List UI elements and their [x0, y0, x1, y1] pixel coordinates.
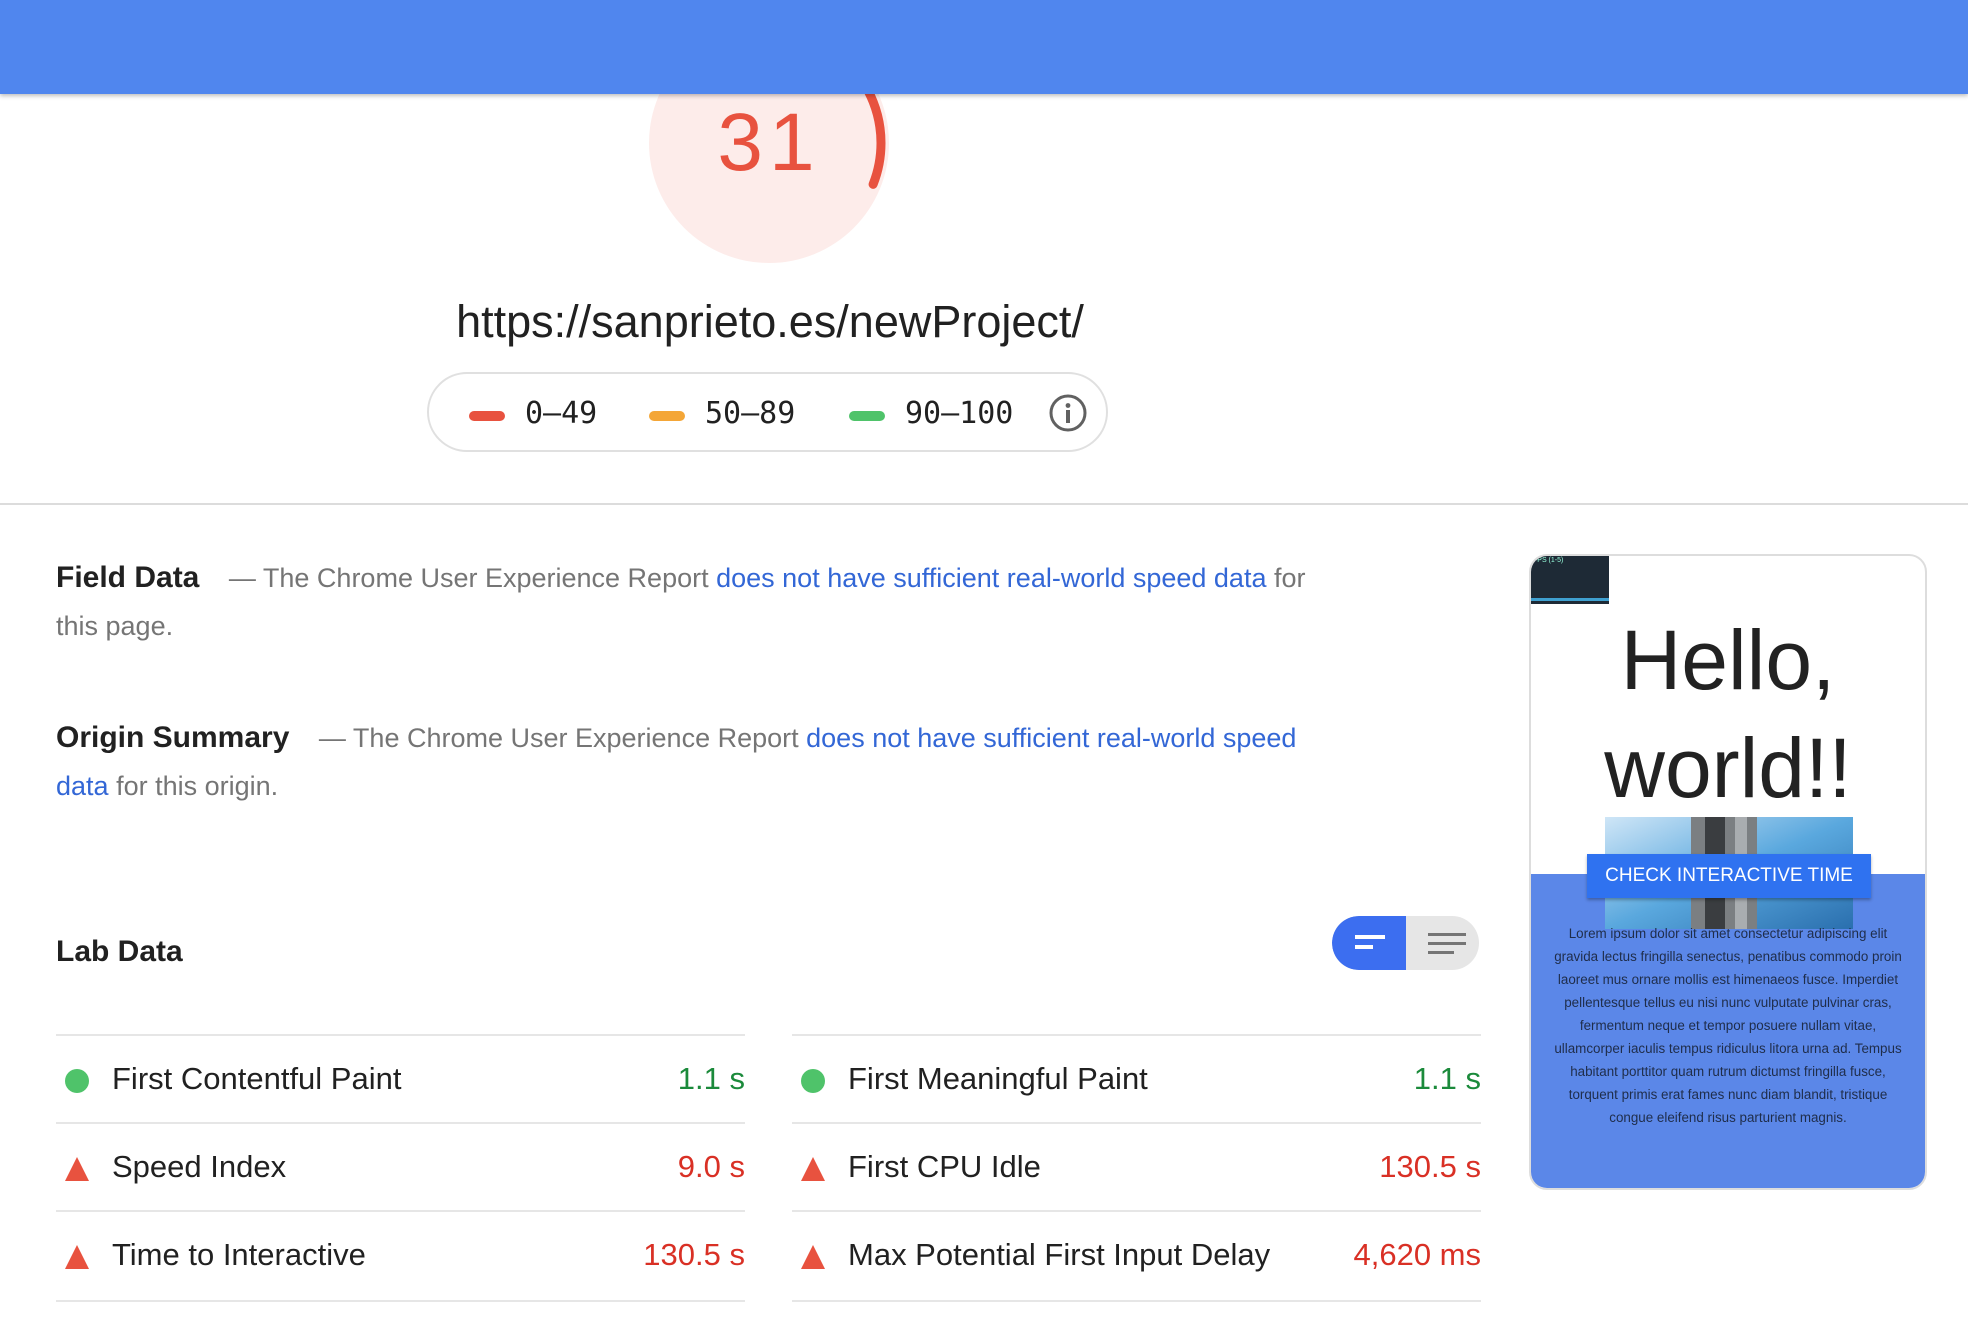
- lab-data-heading: Lab Data: [56, 935, 183, 968]
- metric-name: Speed Index: [112, 1149, 287, 1184]
- field-data-section: Field Data — The Chrome User Experience …: [56, 554, 1346, 650]
- metric-value: 1.1 s: [1413, 1061, 1481, 1096]
- metric-row: Speed Index 9.0 s: [56, 1122, 745, 1210]
- metric-name: Time to Interactive: [112, 1237, 366, 1272]
- info-icon[interactable]: [1048, 393, 1088, 433]
- fps-meter: FPS (1-5): [1531, 556, 1609, 604]
- performance-score: 31: [717, 97, 821, 188]
- metric-row: First CPU Idle 130.5 s: [792, 1122, 1481, 1210]
- tested-url: https://sanprieto.es/newProject/: [456, 296, 1084, 347]
- section-divider: [0, 503, 1968, 505]
- origin-summary-section: Origin Summary — The Chrome User Experie…: [56, 714, 1346, 810]
- field-data-link[interactable]: does not have sufficient real-world spee…: [716, 563, 1266, 593]
- fps-label: FPS (1-5): [1533, 557, 1564, 564]
- origin-summary-suffix: for this origin.: [116, 771, 279, 801]
- compact-view-icon[interactable]: [1355, 933, 1385, 953]
- metric-name: First Meaningful Paint: [848, 1061, 1148, 1096]
- metric-name: First Contentful Paint: [112, 1061, 402, 1096]
- legend-swatch-fail: [469, 411, 505, 421]
- origin-summary-heading: Origin Summary: [56, 721, 290, 754]
- score-legend: 0–49 50–89 90–100: [427, 372, 1108, 452]
- metric-row: First Meaningful Paint 1.1 s: [792, 1034, 1481, 1122]
- page-screenshot-preview: FPS (1-5) Hello, world!! CHECK INTERACTI…: [1529, 554, 1927, 1190]
- metric-value: 130.5 s: [1379, 1149, 1481, 1184]
- legend-swatch-pass: [849, 411, 885, 421]
- metric-row: Max Potential First Input Delay 4,620 ms: [792, 1210, 1481, 1302]
- preview-heading-line2: world!!: [1604, 721, 1852, 815]
- preview-heading: Hello, world!!: [1531, 606, 1925, 822]
- metric-value: 1.1 s: [677, 1061, 745, 1096]
- metric-value: 9.0 s: [677, 1149, 745, 1184]
- preview-heading-line1: Hello,: [1620, 613, 1836, 707]
- legend-label-average: 50–89: [705, 396, 796, 431]
- origin-summary-text: — The Chrome User Experience Report: [318, 723, 799, 753]
- metrics-column-right: First Meaningful Paint 1.1 s First CPU I…: [792, 1034, 1481, 1302]
- metric-name: Max Potential First Input Delay: [848, 1237, 1271, 1272]
- metric-value: 4,620 ms: [1353, 1237, 1481, 1272]
- fail-triangle-icon: [801, 1157, 825, 1181]
- preview-body-text: Lorem ipsum dolor sit amet consectetur a…: [1554, 926, 1902, 1125]
- metrics-column-left: First Contentful Paint 1.1 s Speed Index…: [56, 1034, 745, 1302]
- metric-name: First CPU Idle: [848, 1149, 1041, 1184]
- fail-triangle-icon: [65, 1245, 89, 1269]
- legend-label-pass: 90–100: [905, 396, 1014, 431]
- fail-triangle-icon: [65, 1157, 89, 1181]
- metric-row: Time to Interactive 130.5 s: [56, 1210, 745, 1302]
- field-data-text: — The Chrome User Experience Report: [228, 563, 709, 593]
- top-app-bar: [0, 0, 1968, 94]
- legend-label-fail: 0–49: [525, 396, 598, 431]
- field-data-heading: Field Data: [56, 561, 200, 594]
- check-interactive-time-button: CHECK INTERACTIVE TIME: [1587, 854, 1871, 898]
- pass-circle-icon: [801, 1069, 825, 1093]
- metric-value: 130.5 s: [643, 1237, 745, 1272]
- legend-swatch-average: [649, 411, 685, 421]
- fps-graph-line: [1531, 598, 1609, 601]
- view-toggle[interactable]: [1332, 916, 1479, 970]
- list-view-icon[interactable]: [1428, 933, 1466, 955]
- pass-circle-icon: [65, 1069, 89, 1093]
- fail-triangle-icon: [801, 1245, 825, 1269]
- metric-row: First Contentful Paint 1.1 s: [56, 1034, 745, 1122]
